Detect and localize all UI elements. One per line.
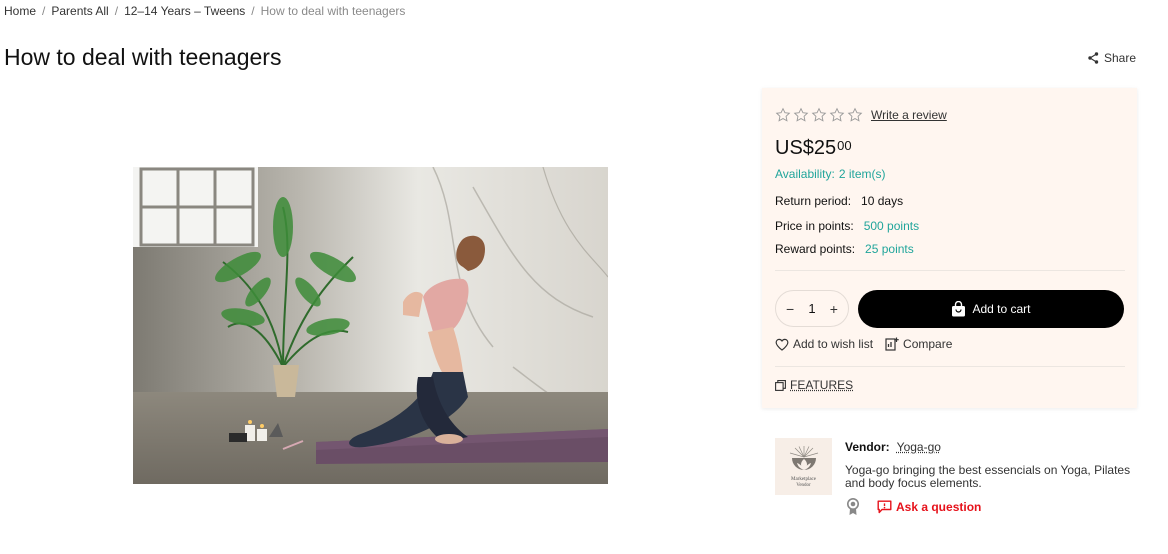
reward-points-row: Reward points: 25 points: [775, 242, 914, 256]
features-toggle[interactable]: FEATURES: [775, 378, 853, 392]
breadcrumb-separator: /: [251, 4, 255, 18]
breadcrumb-separator: /: [42, 4, 46, 18]
quantity-plus-button[interactable]: +: [830, 301, 838, 317]
reward-points-label: Reward points:: [775, 242, 856, 256]
add-to-cart-button[interactable]: Add to cart: [858, 290, 1124, 328]
breadcrumb-tweens[interactable]: 12–14 Years – Tweens: [124, 4, 245, 18]
star-icon: [793, 107, 809, 122]
price: US$25 00: [775, 137, 852, 160]
add-to-wish-list-label: Add to wish list: [793, 337, 874, 351]
write-review-link[interactable]: Write a review: [871, 108, 947, 122]
divider: [775, 270, 1125, 271]
vendor-logo[interactable]: Marketplace Vendor: [775, 438, 832, 495]
add-to-cart-label: Add to cart: [972, 302, 1031, 316]
star-icon: [811, 107, 827, 122]
price-in-points-label: Price in points:: [775, 219, 854, 233]
features-label: FEATURES: [790, 378, 854, 392]
yoga-photo: [133, 167, 608, 484]
availability-value: 2 item(s): [838, 167, 886, 181]
vendor-description: Yoga-go bringing the best essencials on …: [845, 463, 1131, 490]
buy-box: Write a review US$25 00 Availability: 2 i…: [762, 88, 1137, 408]
compare-icon: [885, 337, 899, 351]
vendor-name-link[interactable]: Yoga-go: [897, 440, 941, 454]
medal-icon[interactable]: [845, 498, 861, 516]
vendor-lotus-logo: [789, 445, 818, 470]
share-label: Share: [1104, 51, 1137, 65]
return-period-row: Return period: 10 days: [775, 194, 903, 208]
star-icon: [847, 107, 863, 122]
product-actions: Add to wish list Compare: [775, 337, 964, 351]
breadcrumb-separator: /: [114, 4, 119, 18]
availability: Availability: 2 item(s): [775, 167, 885, 181]
breadcrumb: Home / Parents All / 12–14 Years – Tween…: [4, 4, 405, 18]
vendor-actions: Ask a question: [845, 498, 981, 516]
availability-label: Availability:: [775, 167, 835, 181]
share-icon: [1088, 52, 1099, 64]
ask-question-label: Ask a question: [896, 500, 982, 514]
product-image[interactable]: [133, 167, 608, 484]
price-cents: 00: [837, 138, 852, 153]
add-to-wish-list-button[interactable]: Add to wish list: [775, 337, 873, 351]
price-main: US$25: [775, 137, 837, 159]
vendor-logo-caption-line-2: Vendor: [796, 482, 811, 488]
divider: [775, 366, 1125, 367]
return-period-label: Return period:: [775, 194, 852, 208]
quantity-stepper: − 1 +: [775, 290, 849, 327]
breadcrumb-current: How to deal with teenagers: [260, 4, 406, 18]
compare-button[interactable]: Compare: [885, 337, 952, 351]
breadcrumb-home[interactable]: Home: [4, 4, 36, 18]
chat-icon: [877, 500, 892, 514]
rating-row: Write a review: [775, 107, 947, 123]
vendor-logo-caption-line-1: Marketplace: [791, 476, 816, 482]
shopping-bag-icon: [952, 301, 966, 317]
price-in-points-value: 500 points: [863, 219, 920, 233]
return-period-value: 10 days: [861, 194, 904, 208]
vendor-label: Vendor:: [845, 440, 890, 454]
share-button[interactable]: Share: [1088, 51, 1136, 65]
page-title: How to deal with teenagers: [4, 44, 282, 70]
ask-question-button[interactable]: Ask a question: [877, 500, 981, 514]
reward-points-value: 25 points: [865, 242, 914, 256]
compare-label: Compare: [903, 337, 953, 351]
vendor-line: Vendor: Yoga-go: [845, 440, 941, 454]
rating-stars[interactable]: [775, 107, 863, 123]
star-icon: [829, 107, 845, 122]
quantity-minus-button[interactable]: −: [786, 301, 794, 317]
vendor-logo-caption: Marketplace Vendor: [791, 477, 816, 489]
price-in-points-row: Price in points: 500 points: [775, 219, 919, 233]
breadcrumb-parents-all[interactable]: Parents All: [51, 4, 108, 18]
quantity-value[interactable]: 1: [808, 301, 815, 316]
star-icon: [775, 107, 791, 122]
features-icon: [775, 379, 786, 391]
heart-icon: [775, 338, 789, 351]
